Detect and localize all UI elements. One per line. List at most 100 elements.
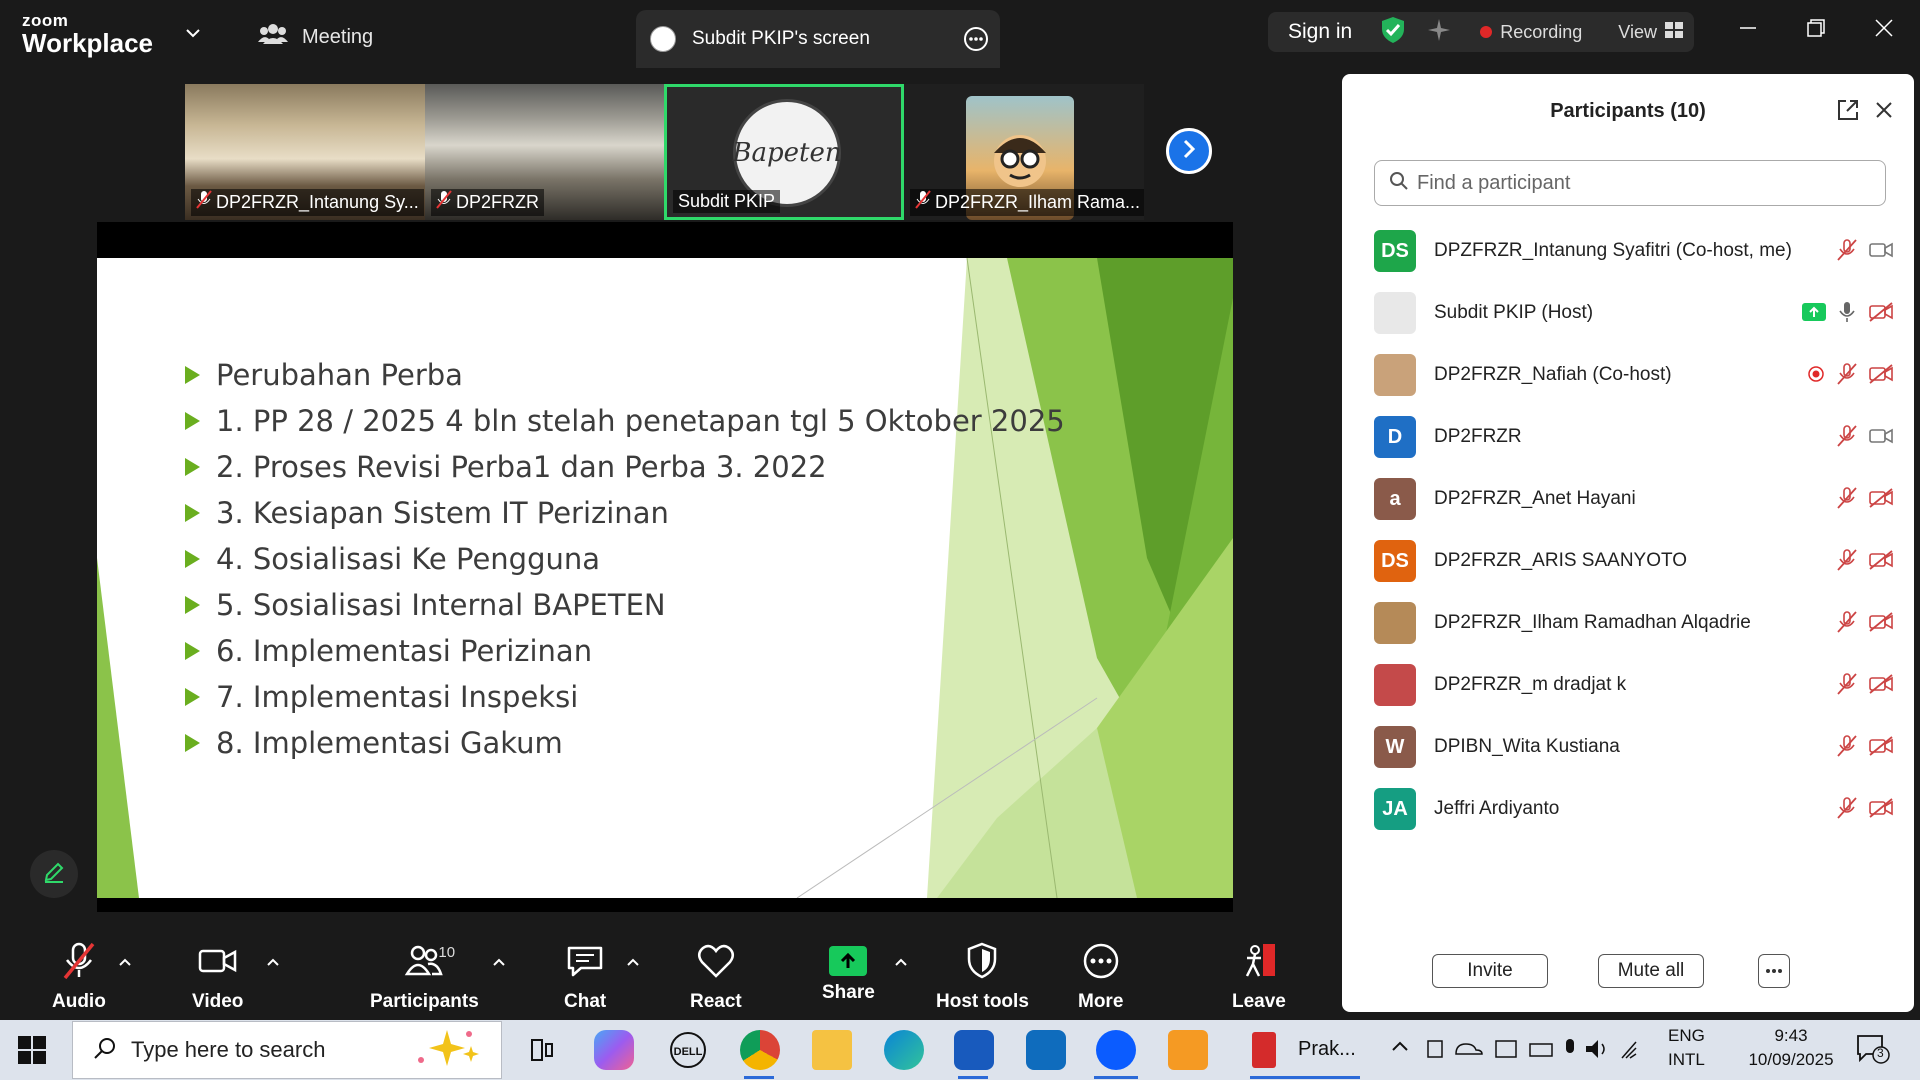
participant-row[interactable]: DS DP2FRZR_ARIS SAANYOTO (1374, 530, 1894, 592)
triangle-bullet-icon (185, 550, 200, 568)
chevron-up-icon[interactable] (266, 954, 280, 972)
recording-dot-icon (1480, 26, 1493, 38)
invite-button[interactable]: Invite (1432, 954, 1548, 988)
mic-muted-icon[interactable] (1836, 424, 1858, 453)
chat-button[interactable]: Chat (564, 942, 606, 1013)
recording-icon (1806, 364, 1826, 389)
annotate-button[interactable] (30, 850, 78, 898)
share-button[interactable]: Share (822, 942, 875, 1004)
camera-off-icon[interactable] (1868, 487, 1894, 514)
taskbar-app-label[interactable]: Prak... (1298, 1038, 1356, 1061)
mic-icon[interactable] (1836, 300, 1858, 329)
camera-icon[interactable] (1868, 239, 1894, 266)
participants-panel: Participants (10) DS DPZFRZR_Intanung Sya… (1342, 74, 1914, 1012)
triangle-bullet-icon (185, 642, 200, 660)
sign-in-button[interactable]: Sign in (1288, 20, 1352, 44)
triangle-bullet-icon (185, 596, 200, 614)
camera-off-icon[interactable] (1868, 549, 1894, 576)
chevron-up-icon[interactable] (1390, 1038, 1410, 1058)
camera-off-icon[interactable] (1868, 611, 1894, 638)
mic-muted-icon[interactable] (1836, 734, 1858, 763)
grid-view-icon[interactable] (1664, 21, 1683, 43)
participants-button[interactable]: 10 Participants (370, 942, 479, 1013)
mic-muted-icon[interactable] (1836, 796, 1858, 825)
participant-row[interactable]: a DP2FRZR_Anet Hayani (1374, 468, 1894, 530)
participant-row[interactable]: DS DPZFRZR_Intanung Syafitri (Co-host, me… (1374, 220, 1894, 282)
pdf-app-icon[interactable] (1168, 1030, 1208, 1070)
language-indicator[interactable]: ENG INTL (1668, 1026, 1705, 1070)
word-app-icon[interactable] (954, 1030, 994, 1070)
tray-system-icons[interactable] (1426, 1036, 1646, 1067)
ai-companion-icon[interactable] (1426, 17, 1452, 48)
chevron-up-icon[interactable] (626, 954, 640, 972)
search-input[interactable] (1417, 171, 1857, 195)
meeting-tab[interactable]: Meeting (258, 22, 373, 52)
leave-button[interactable]: Leave (1232, 942, 1286, 1013)
camera-off-icon[interactable] (1868, 735, 1894, 762)
participant-row[interactable]: DP2FRZR_Nafiah (Co-host) (1374, 344, 1894, 406)
chrome-app-icon[interactable] (740, 1030, 780, 1070)
taskbar-search-input[interactable] (131, 1037, 391, 1063)
shield-check-icon[interactable] (1380, 16, 1406, 49)
presentation-slide: Perubahan Perba 1. PP 28 / 2025 4 bln st… (97, 258, 1233, 898)
more-options-button[interactable] (1758, 954, 1790, 988)
view-button[interactable]: View (1618, 22, 1657, 43)
clock[interactable]: 9:43 10/09/2025 (1736, 1026, 1846, 1070)
participant-row[interactable]: W DPIBN_Wita Kustiana (1374, 716, 1894, 778)
next-page-button[interactable] (1166, 128, 1212, 174)
dell-app-icon[interactable]: DELL (668, 1030, 708, 1070)
participant-row[interactable]: JA Jeffri Ardiyanto (1374, 778, 1894, 840)
outlook-app-icon[interactable] (1026, 1030, 1066, 1070)
video-thumbnail[interactable]: DP2FRZR (425, 84, 665, 220)
recording-label[interactable]: Recording (1500, 22, 1582, 43)
video-thumbnail[interactable]: DP2FRZR_Ilham Rama... (904, 84, 1144, 220)
more-icon (1081, 942, 1121, 985)
mute-all-button[interactable]: Mute all (1598, 954, 1704, 988)
copilot-app-icon[interactable] (594, 1030, 634, 1070)
more-options-icon[interactable] (962, 25, 990, 59)
host-tools-button[interactable]: Host tools (936, 942, 1029, 1013)
participant-row[interactable]: D DP2FRZR (1374, 406, 1894, 468)
file-explorer-icon[interactable] (812, 1030, 852, 1070)
camera-icon[interactable] (1868, 425, 1894, 452)
camera-off-icon[interactable] (1868, 301, 1894, 328)
chevron-up-icon[interactable] (118, 954, 132, 972)
mic-muted-icon[interactable] (1836, 238, 1858, 267)
notification-icon[interactable]: 3 (1856, 1034, 1890, 1069)
video-thumbnail-active[interactable]: Bapeten Subdit PKIP (664, 84, 904, 220)
participant-row[interactable]: Subdit PKIP (Host) (1374, 282, 1894, 344)
video-thumbnail[interactable]: DP2FRZR_Intanung Sy... (185, 84, 425, 220)
chevron-down-icon[interactable] (185, 26, 201, 44)
pop-out-icon[interactable] (1836, 98, 1860, 127)
video-button[interactable]: Video (192, 942, 243, 1013)
mic-muted-icon[interactable] (1836, 362, 1858, 391)
chevron-up-icon[interactable] (894, 954, 908, 972)
screen-share-tab[interactable]: Subdit PKIP's screen (636, 10, 1000, 68)
mic-muted-icon[interactable] (1836, 486, 1858, 515)
close-icon[interactable] (1874, 100, 1894, 125)
powerpoint-stack-icon[interactable] (1252, 1032, 1276, 1068)
camera-off-icon[interactable] (1868, 797, 1894, 824)
react-button[interactable]: React (690, 942, 742, 1013)
edge-app-icon[interactable] (884, 1030, 924, 1070)
audio-button[interactable]: Audio (52, 942, 106, 1013)
host-tools-label: Host tools (936, 991, 1029, 1012)
camera-off-icon[interactable] (1868, 673, 1894, 700)
list-item: 7. Implementasi Inspeksi (185, 674, 1065, 720)
restore-icon[interactable] (1806, 18, 1826, 43)
close-icon[interactable] (1874, 18, 1894, 43)
mic-muted-icon[interactable] (1836, 610, 1858, 639)
mic-muted-icon[interactable] (1836, 672, 1858, 701)
participant-row[interactable]: DP2FRZR_m dradjat k (1374, 654, 1894, 716)
zoom-app-icon[interactable] (1096, 1030, 1136, 1070)
minimize-icon[interactable] (1738, 18, 1758, 43)
chevron-up-icon[interactable] (492, 954, 506, 972)
task-view-icon[interactable] (522, 1030, 562, 1070)
more-label: More (1078, 991, 1124, 1012)
more-button[interactable]: More (1078, 942, 1123, 1013)
camera-off-icon[interactable] (1868, 363, 1894, 390)
participant-row[interactable]: DP2FRZR_Ilham Ramadhan Alqadrie (1374, 592, 1894, 654)
windows-start-icon[interactable] (18, 1036, 46, 1069)
participant-list: DS DPZFRZR_Intanung Syafitri (Co-host, me… (1374, 220, 1894, 840)
mic-muted-icon[interactable] (1836, 548, 1858, 577)
